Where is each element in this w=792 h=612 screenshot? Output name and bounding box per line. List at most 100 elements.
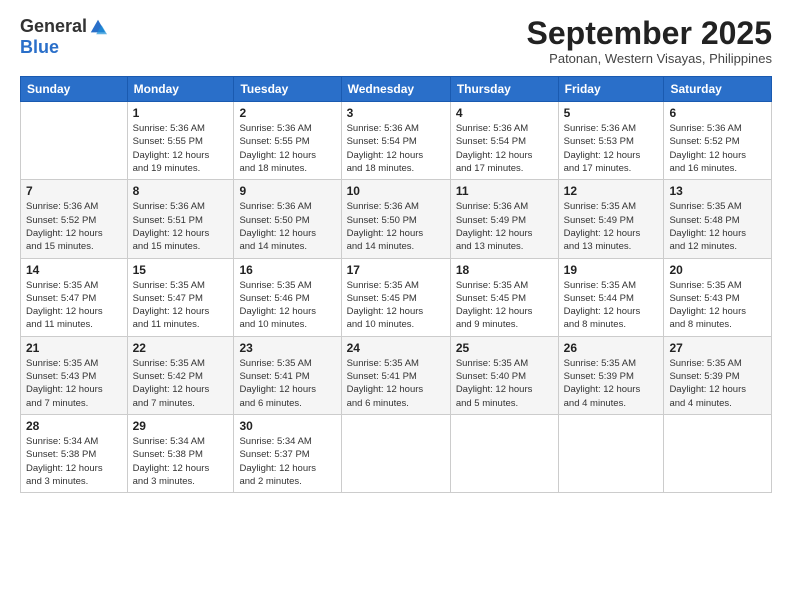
day-info: Sunrise: 5:36 AM Sunset: 5:55 PM Dayligh… <box>239 122 335 175</box>
day-number: 12 <box>564 184 659 198</box>
logo-general-text: General <box>20 16 87 37</box>
day-info: Sunrise: 5:35 AM Sunset: 5:47 PM Dayligh… <box>26 279 122 332</box>
day-number: 17 <box>347 263 445 277</box>
calendar-header-row: SundayMondayTuesdayWednesdayThursdayFrid… <box>21 77 772 102</box>
day-number: 10 <box>347 184 445 198</box>
day-info: Sunrise: 5:35 AM Sunset: 5:49 PM Dayligh… <box>564 200 659 253</box>
day-info: Sunrise: 5:35 AM Sunset: 5:40 PM Dayligh… <box>456 357 553 410</box>
calendar-day-cell: 10 Sunrise: 5:36 AM Sunset: 5:50 PM Dayli… <box>341 180 450 258</box>
day-info: Sunrise: 5:34 AM Sunset: 5:38 PM Dayligh… <box>26 435 122 488</box>
calendar-week-row: 14 Sunrise: 5:35 AM Sunset: 5:47 PM Dayli… <box>21 258 772 336</box>
calendar-day-cell: 25 Sunrise: 5:35 AM Sunset: 5:40 PM Dayli… <box>450 336 558 414</box>
calendar-empty-cell <box>450 414 558 492</box>
day-info: Sunrise: 5:35 AM Sunset: 5:41 PM Dayligh… <box>239 357 335 410</box>
day-number: 4 <box>456 106 553 120</box>
day-info: Sunrise: 5:35 AM Sunset: 5:39 PM Dayligh… <box>669 357 766 410</box>
calendar-empty-cell <box>21 102 128 180</box>
day-number: 27 <box>669 341 766 355</box>
day-of-week-header: Wednesday <box>341 77 450 102</box>
day-info: Sunrise: 5:34 AM Sunset: 5:37 PM Dayligh… <box>239 435 335 488</box>
day-number: 26 <box>564 341 659 355</box>
day-number: 30 <box>239 419 335 433</box>
logo: General Blue <box>20 16 107 58</box>
calendar-day-cell: 30 Sunrise: 5:34 AM Sunset: 5:37 PM Dayli… <box>234 414 341 492</box>
calendar-day-cell: 15 Sunrise: 5:35 AM Sunset: 5:47 PM Dayli… <box>127 258 234 336</box>
calendar-day-cell: 21 Sunrise: 5:35 AM Sunset: 5:43 PM Dayli… <box>21 336 128 414</box>
calendar-day-cell: 11 Sunrise: 5:36 AM Sunset: 5:49 PM Dayli… <box>450 180 558 258</box>
logo-blue-text: Blue <box>20 37 59 58</box>
day-number: 22 <box>133 341 229 355</box>
calendar-day-cell: 13Sunrise: 5:35 AM Sunset: 5:48 PM Dayli… <box>664 180 772 258</box>
day-info: Sunrise: 5:35 AM Sunset: 5:45 PM Dayligh… <box>456 279 553 332</box>
day-number: 8 <box>133 184 229 198</box>
day-info: Sunrise: 5:36 AM Sunset: 5:49 PM Dayligh… <box>456 200 553 253</box>
day-info: Sunrise: 5:35 AM Sunset: 5:41 PM Dayligh… <box>347 357 445 410</box>
calendar-day-cell: 19Sunrise: 5:35 AM Sunset: 5:44 PM Dayli… <box>558 258 664 336</box>
day-of-week-header: Monday <box>127 77 234 102</box>
day-number: 3 <box>347 106 445 120</box>
day-number: 18 <box>456 263 553 277</box>
page: General Blue September 2025 Patonan, Wes… <box>0 0 792 612</box>
calendar-day-cell: 1Sunrise: 5:36 AM Sunset: 5:55 PM Daylig… <box>127 102 234 180</box>
day-number: 11 <box>456 184 553 198</box>
day-info: Sunrise: 5:36 AM Sunset: 5:52 PM Dayligh… <box>26 200 122 253</box>
calendar-day-cell: 2 Sunrise: 5:36 AM Sunset: 5:55 PM Daylig… <box>234 102 341 180</box>
calendar: SundayMondayTuesdayWednesdayThursdayFrid… <box>20 76 772 493</box>
calendar-day-cell: 18 Sunrise: 5:35 AM Sunset: 5:45 PM Dayli… <box>450 258 558 336</box>
calendar-week-row: 28 Sunrise: 5:34 AM Sunset: 5:38 PM Dayli… <box>21 414 772 492</box>
day-number: 15 <box>133 263 229 277</box>
logo-icon <box>89 18 107 36</box>
day-info: Sunrise: 5:36 AM Sunset: 5:54 PM Dayligh… <box>347 122 445 175</box>
day-info: Sunrise: 5:35 AM Sunset: 5:43 PM Dayligh… <box>669 279 766 332</box>
day-number: 21 <box>26 341 122 355</box>
calendar-week-row: 1Sunrise: 5:36 AM Sunset: 5:55 PM Daylig… <box>21 102 772 180</box>
day-info: Sunrise: 5:34 AM Sunset: 5:38 PM Dayligh… <box>133 435 229 488</box>
day-number: 24 <box>347 341 445 355</box>
day-info: Sunrise: 5:36 AM Sunset: 5:51 PM Dayligh… <box>133 200 229 253</box>
day-info: Sunrise: 5:36 AM Sunset: 5:55 PM Dayligh… <box>133 122 229 175</box>
day-number: 25 <box>456 341 553 355</box>
day-number: 14 <box>26 263 122 277</box>
location: Patonan, Western Visayas, Philippines <box>527 51 772 66</box>
day-number: 5 <box>564 106 659 120</box>
day-info: Sunrise: 5:35 AM Sunset: 5:39 PM Dayligh… <box>564 357 659 410</box>
day-number: 29 <box>133 419 229 433</box>
day-info: Sunrise: 5:35 AM Sunset: 5:45 PM Dayligh… <box>347 279 445 332</box>
calendar-day-cell: 23Sunrise: 5:35 AM Sunset: 5:41 PM Dayli… <box>234 336 341 414</box>
day-number: 7 <box>26 184 122 198</box>
month-title: September 2025 <box>527 16 772 51</box>
calendar-day-cell: 5Sunrise: 5:36 AM Sunset: 5:53 PM Daylig… <box>558 102 664 180</box>
calendar-day-cell: 12 Sunrise: 5:35 AM Sunset: 5:49 PM Dayli… <box>558 180 664 258</box>
calendar-day-cell: 27 Sunrise: 5:35 AM Sunset: 5:39 PM Dayli… <box>664 336 772 414</box>
calendar-day-cell: 28 Sunrise: 5:34 AM Sunset: 5:38 PM Dayli… <box>21 414 128 492</box>
calendar-day-cell: 17 Sunrise: 5:35 AM Sunset: 5:45 PM Dayli… <box>341 258 450 336</box>
title-section: September 2025 Patonan, Western Visayas,… <box>527 16 772 66</box>
calendar-day-cell: 26 Sunrise: 5:35 AM Sunset: 5:39 PM Dayli… <box>558 336 664 414</box>
day-number: 6 <box>669 106 766 120</box>
calendar-day-cell: 29 Sunrise: 5:34 AM Sunset: 5:38 PM Dayli… <box>127 414 234 492</box>
day-of-week-header: Friday <box>558 77 664 102</box>
day-of-week-header: Tuesday <box>234 77 341 102</box>
calendar-day-cell: 6Sunrise: 5:36 AM Sunset: 5:52 PM Daylig… <box>664 102 772 180</box>
day-info: Sunrise: 5:36 AM Sunset: 5:50 PM Dayligh… <box>239 200 335 253</box>
day-info: Sunrise: 5:35 AM Sunset: 5:47 PM Dayligh… <box>133 279 229 332</box>
day-info: Sunrise: 5:35 AM Sunset: 5:46 PM Dayligh… <box>239 279 335 332</box>
day-of-week-header: Saturday <box>664 77 772 102</box>
calendar-empty-cell <box>341 414 450 492</box>
calendar-day-cell: 8 Sunrise: 5:36 AM Sunset: 5:51 PM Daylig… <box>127 180 234 258</box>
calendar-day-cell: 9 Sunrise: 5:36 AM Sunset: 5:50 PM Daylig… <box>234 180 341 258</box>
day-number: 2 <box>239 106 335 120</box>
day-number: 13 <box>669 184 766 198</box>
day-info: Sunrise: 5:35 AM Sunset: 5:43 PM Dayligh… <box>26 357 122 410</box>
calendar-day-cell: 24 Sunrise: 5:35 AM Sunset: 5:41 PM Dayli… <box>341 336 450 414</box>
day-of-week-header: Thursday <box>450 77 558 102</box>
day-number: 19 <box>564 263 659 277</box>
calendar-day-cell: 14 Sunrise: 5:35 AM Sunset: 5:47 PM Dayli… <box>21 258 128 336</box>
day-info: Sunrise: 5:36 AM Sunset: 5:50 PM Dayligh… <box>347 200 445 253</box>
day-number: 9 <box>239 184 335 198</box>
calendar-day-cell: 20Sunrise: 5:35 AM Sunset: 5:43 PM Dayli… <box>664 258 772 336</box>
day-number: 28 <box>26 419 122 433</box>
calendar-day-cell: 3 Sunrise: 5:36 AM Sunset: 5:54 PM Daylig… <box>341 102 450 180</box>
calendar-day-cell: 22Sunrise: 5:35 AM Sunset: 5:42 PM Dayli… <box>127 336 234 414</box>
day-info: Sunrise: 5:36 AM Sunset: 5:54 PM Dayligh… <box>456 122 553 175</box>
